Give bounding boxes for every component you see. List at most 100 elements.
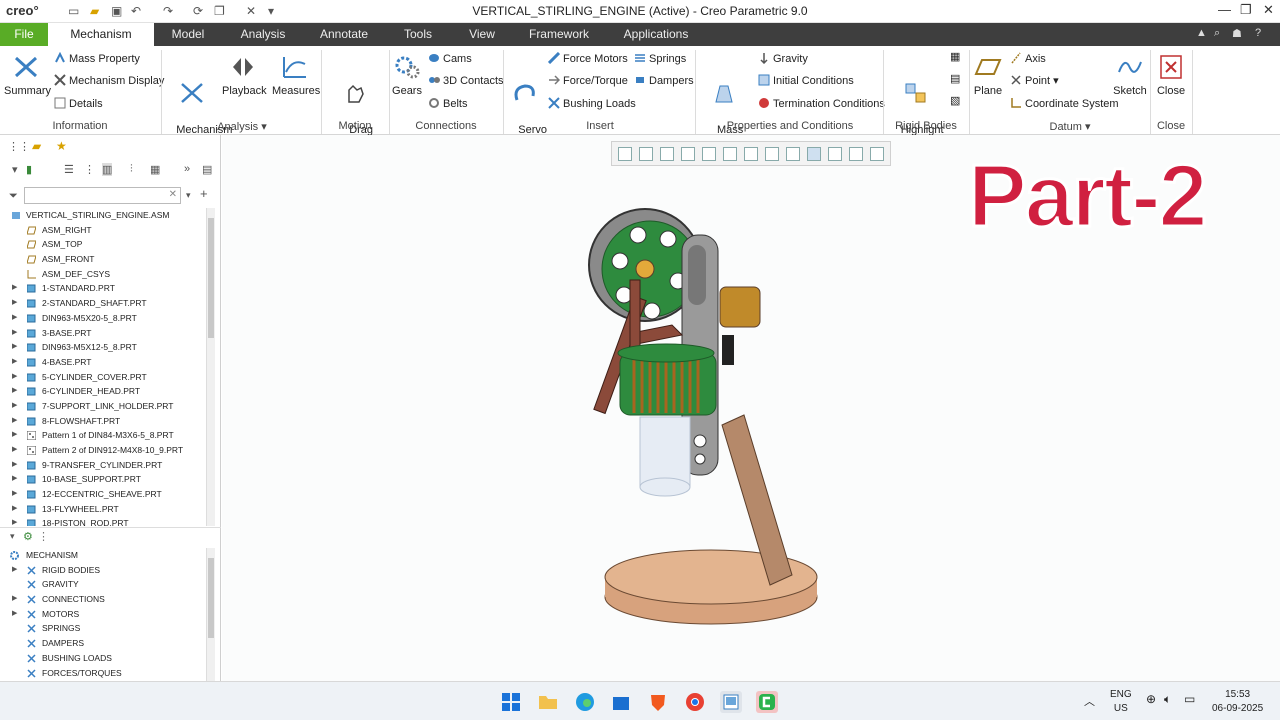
add-filter-icon[interactable]: +: [200, 186, 208, 201]
mechanism-tree-scrollbar[interactable]: [206, 548, 215, 681]
scroll-thumb[interactable]: [208, 558, 214, 638]
rigid-body-tool-2-icon[interactable]: ▤: [950, 72, 960, 85]
rigid-body-tool-icon[interactable]: ▦: [950, 50, 960, 63]
spin-center-icon[interactable]: [786, 147, 800, 161]
mass-property-button[interactable]: Mass Property: [54, 52, 140, 65]
measures-button[interactable]: Measures: [272, 54, 320, 98]
chrome-browser-icon[interactable]: [684, 691, 706, 713]
annotations-icon[interactable]: [807, 147, 821, 161]
clear-search-icon[interactable]: ✕: [169, 189, 177, 200]
tree-item[interactable]: ▶ 12-ECCENTRIC_SHEAVE.PRT: [0, 487, 205, 502]
window-close-icon[interactable]: ✕: [1263, 2, 1274, 18]
tab-tools[interactable]: Tools: [396, 23, 440, 46]
tree-item[interactable]: ▶ DIN963-M5X20-5_8.PRT: [0, 311, 205, 326]
force-motors-button[interactable]: Force Motors: [548, 52, 628, 65]
system-clock[interactable]: 15:53 06-09-2025: [1212, 688, 1263, 716]
model-tree-scrollbar[interactable]: [206, 208, 215, 526]
document-icon[interactable]: ▤: [202, 163, 212, 176]
close-button[interactable]: Close: [1153, 54, 1189, 98]
expand-arrow-icon[interactable]: ▶: [12, 311, 17, 326]
tree-item[interactable]: ASM_RIGHT: [0, 223, 205, 238]
saved-views-icon[interactable]: [702, 147, 716, 161]
rigid-body-tool-3-icon[interactable]: ▧: [950, 94, 960, 107]
layers-icon[interactable]: ▥: [102, 163, 113, 176]
mechanism-tree-item[interactable]: DAMPERS: [0, 636, 205, 651]
expand-arrow-icon[interactable]: ▶: [12, 281, 17, 296]
tab-analysis[interactable]: Analysis: [232, 23, 294, 46]
expand-arrow-icon[interactable]: ▶: [12, 472, 17, 487]
search-icon[interactable]: ⌕: [1214, 27, 1220, 40]
help-icon[interactable]: ?: [1255, 27, 1261, 39]
hierarchy-icon[interactable]: ⫶: [130, 163, 133, 176]
mech-more-icon[interactable]: ⋮: [38, 530, 49, 543]
mechanism-tree-item[interactable]: ▶ CONNECTIONS: [0, 592, 205, 607]
mechanism-root[interactable]: MECHANISM: [0, 548, 205, 563]
tree-item[interactable]: ASM_TOP: [0, 237, 205, 252]
springs-button[interactable]: Springs: [634, 52, 686, 65]
tree-item[interactable]: ▶ 3-BASE.PRT: [0, 326, 205, 341]
tab-view[interactable]: View: [460, 23, 504, 46]
gears-button[interactable]: Gears: [392, 54, 422, 98]
3d-contacts-button[interactable]: 3D Contacts: [428, 74, 504, 87]
battery-icon[interactable]: ▭: [1184, 692, 1195, 706]
folder-browser-tab-icon[interactable]: ▰: [32, 139, 41, 153]
display-style-icon[interactable]: [723, 147, 737, 161]
force-torque-button[interactable]: Force/Torque: [548, 74, 628, 87]
mechanism-tree-item[interactable]: GRAVITY: [0, 577, 205, 592]
start-button[interactable]: [500, 691, 522, 713]
tree-item[interactable]: ▶ 2-STANDARD_SHAFT.PRT: [0, 296, 205, 311]
tree-item[interactable]: ASM_DEF_CSYS: [0, 267, 205, 282]
tree-item[interactable]: ▶ 8-FLOWSHAFT.PRT: [0, 414, 205, 429]
initial-conditions-button[interactable]: Initial Conditions: [758, 74, 854, 87]
expand-arrow-icon[interactable]: ▶: [12, 502, 17, 517]
settings-dropdown-icon[interactable]: ▾: [12, 163, 18, 176]
termination-conditions-button[interactable]: Termination Conditions: [758, 97, 885, 110]
scroll-thumb[interactable]: [208, 218, 214, 338]
repaint-icon[interactable]: [681, 147, 695, 161]
model-tree-tab-icon[interactable]: ⋮⋮: [8, 140, 30, 153]
pause-icon[interactable]: [849, 147, 863, 161]
dampers-button[interactable]: Dampers: [634, 74, 694, 87]
expand-arrow-icon[interactable]: ▶: [12, 516, 17, 526]
expand-arrow-icon[interactable]: ▶: [12, 592, 17, 607]
camtasia-icon[interactable]: [756, 691, 778, 713]
collapse-ribbon-icon[interactable]: ▲: [1196, 27, 1207, 39]
tree-item[interactable]: ▶ 18-PISTON_ROD.PRT: [0, 516, 205, 526]
belts-button[interactable]: Belts: [428, 97, 467, 110]
tree-item[interactable]: ▶ 10-BASE_SUPPORT.PRT: [0, 472, 205, 487]
bushing-loads-button[interactable]: Bushing Loads: [548, 97, 636, 110]
expand-arrow-icon[interactable]: ▶: [12, 443, 17, 458]
tree-item[interactable]: ▶ Pattern 2 of DIN912-M4X8-10_9.PRT: [0, 443, 205, 458]
tree-item[interactable]: ▶ 9-TRANSFER_CYLINDER.PRT: [0, 458, 205, 473]
expand-arrow-icon[interactable]: ▶: [12, 487, 17, 502]
show-icon[interactable]: ▮: [26, 163, 32, 176]
expand-panel-icon[interactable]: »: [184, 163, 190, 175]
tree-item[interactable]: ▶ 7-SUPPORT_LINK_HOLDER.PRT: [0, 399, 205, 414]
tree-item[interactable]: ▶ 4-BASE.PRT: [0, 355, 205, 370]
expand-arrow-icon[interactable]: ▶: [12, 340, 17, 355]
expand-arrow-icon[interactable]: ▶: [12, 326, 17, 341]
settings-icon[interactable]: ☗: [1232, 27, 1242, 40]
expand-arrow-icon[interactable]: ▶: [12, 563, 17, 578]
axis-button[interactable]: Axis: [1010, 52, 1046, 65]
expand-arrow-icon[interactable]: ▶: [12, 370, 17, 385]
mechanism-tree-item[interactable]: ▶ RIGID BODIES: [0, 563, 205, 578]
zoom-in-icon[interactable]: [639, 147, 653, 161]
expand-arrow-icon[interactable]: ▶: [12, 355, 17, 370]
expand-arrow-icon[interactable]: ▶: [12, 458, 17, 473]
view-manager-icon[interactable]: [744, 147, 758, 161]
tree-root[interactable]: VERTICAL_STIRLING_ENGINE.ASM: [0, 208, 205, 223]
refit-icon[interactable]: [618, 147, 632, 161]
tree-item[interactable]: ▶ 13-FLYWHEEL.PRT: [0, 502, 205, 517]
playback-button[interactable]: Playback: [222, 54, 267, 98]
columns-icon[interactable]: ⋮: [84, 163, 95, 176]
tab-file[interactable]: File: [0, 23, 48, 46]
creo-app-icon[interactable]: [720, 691, 742, 713]
filter-icon[interactable]: ⏷: [9, 190, 18, 203]
mechanism-tree-item[interactable]: FORCES/TORQUES: [0, 666, 205, 681]
restore-icon[interactable]: ❐: [1240, 2, 1252, 18]
tab-mechanism[interactable]: Mechanism: [48, 23, 154, 46]
search-dropdown-icon[interactable]: ▾: [186, 190, 191, 201]
mech-tree-dropdown-icon[interactable]: ▾: [10, 531, 15, 542]
mechanism-display-button[interactable]: Mechanism Display: [54, 74, 164, 87]
